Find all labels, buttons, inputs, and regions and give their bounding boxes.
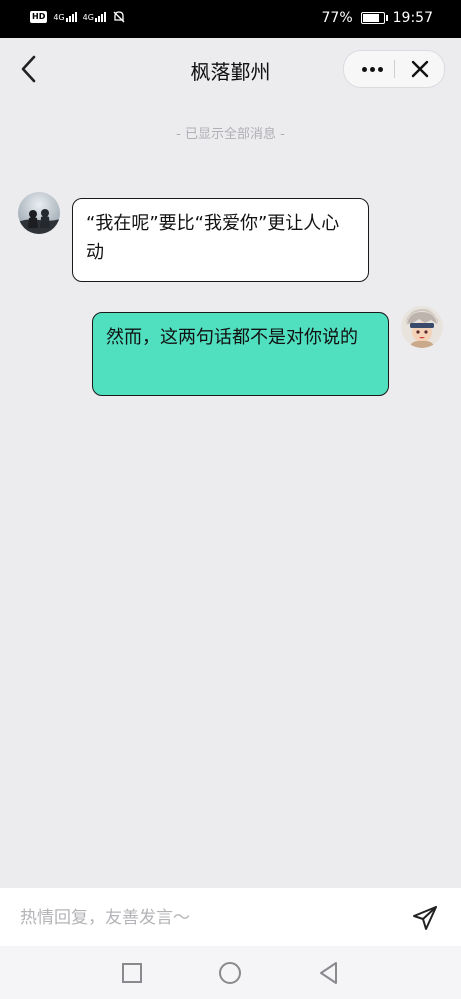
- recents-button[interactable]: [119, 960, 145, 986]
- sim1-label: 4G: [53, 13, 65, 22]
- avatar[interactable]: [18, 192, 60, 234]
- signal-icon: 4G: [53, 12, 77, 22]
- avatar-image-icon: [401, 306, 443, 348]
- avatar-image-icon: [18, 192, 60, 234]
- capsule-divider: [394, 60, 395, 78]
- send-button[interactable]: [411, 904, 439, 932]
- all-messages-notice: - 已显示全部消息 -: [176, 127, 285, 142]
- status-left: HD 4G 4G: [30, 10, 126, 24]
- message-input[interactable]: [18, 902, 382, 934]
- message-bubble-sent[interactable]: 然而，这两句话都不是对你说的: [92, 312, 389, 396]
- more-button[interactable]: [350, 51, 394, 87]
- status-bar: HD 4G 4G 77% 19:57: [0, 0, 461, 38]
- more-dots-icon: [361, 66, 367, 72]
- battery-percent: 77%: [321, 10, 353, 26]
- mini-program-capsule: [343, 50, 445, 88]
- more-dots-icon: [377, 66, 383, 72]
- mute-icon: [113, 11, 125, 23]
- hd-badge: HD: [30, 11, 48, 23]
- system-nav-bar: [0, 946, 461, 999]
- nav-back-button[interactable]: [316, 960, 342, 986]
- input-bar: [0, 888, 461, 946]
- back-triangle-icon: [320, 962, 337, 984]
- sim2-label: 4G: [82, 13, 94, 22]
- avatar[interactable]: [401, 306, 443, 348]
- message-bubble-received[interactable]: “我在呢”要比“我爱你”更让人心动: [72, 198, 369, 282]
- clock: 19:57: [392, 10, 433, 26]
- home-button[interactable]: [217, 960, 243, 986]
- header: 枫落鄞州: [0, 38, 461, 100]
- home-circle-icon: [219, 962, 241, 984]
- send-icon: [413, 906, 437, 930]
- close-button[interactable]: [400, 51, 440, 87]
- battery-icon: [360, 12, 388, 24]
- more-dots-icon: [369, 66, 375, 72]
- close-icon: [411, 60, 429, 78]
- signal-icon: 4G: [83, 12, 106, 22]
- status-right: 77% 19:57: [322, 10, 433, 26]
- recents-square-icon: [122, 963, 142, 983]
